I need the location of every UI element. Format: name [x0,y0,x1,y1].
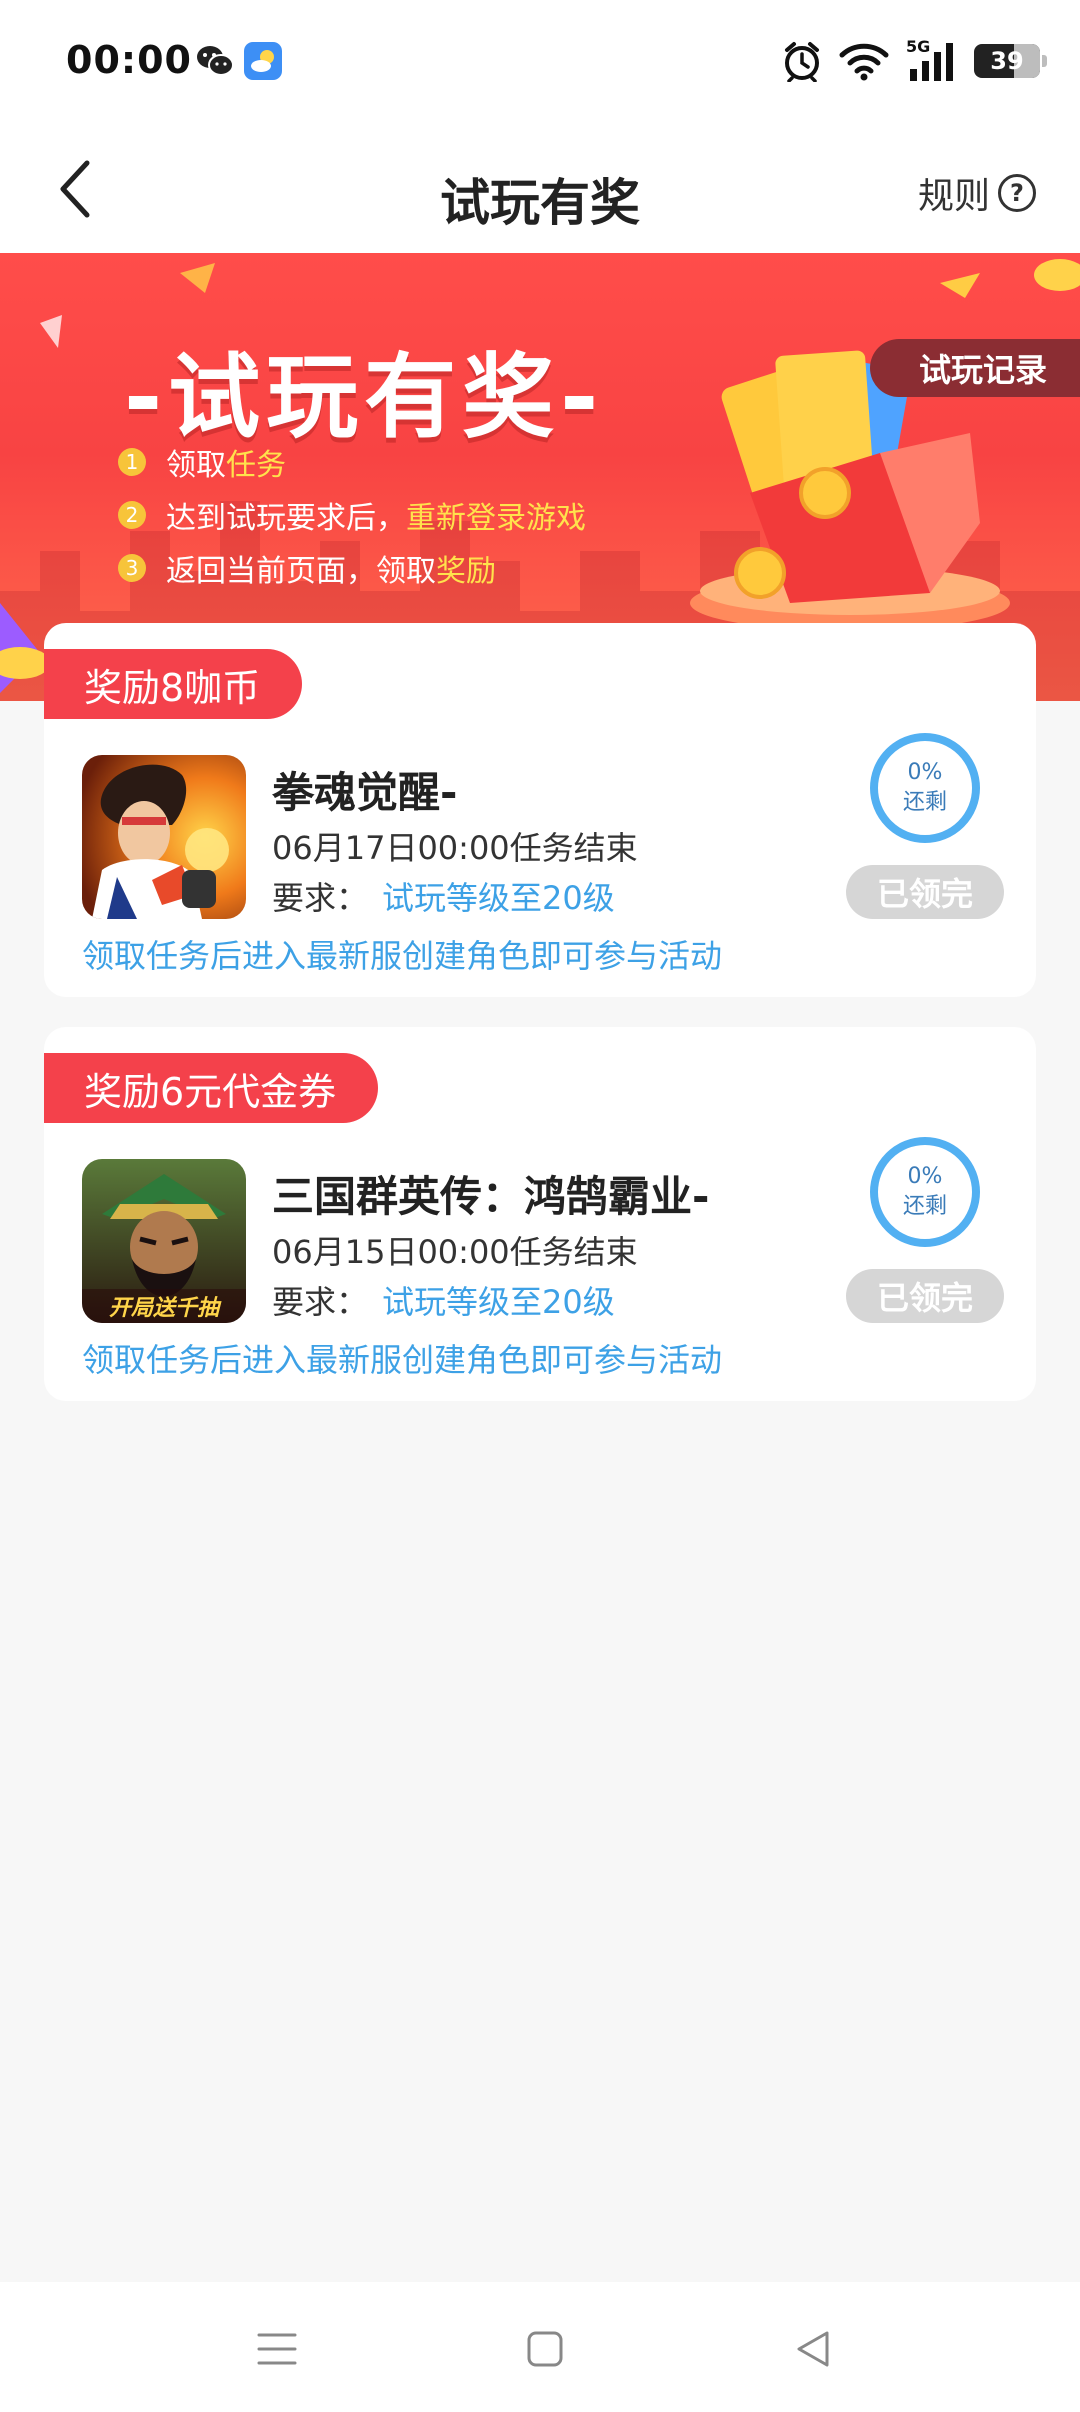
signal-icon: 5G [906,37,958,83]
back-triangle-icon [797,2331,829,2367]
step-text: 返回当前页面，领取 [166,553,436,589]
game-icon[interactable] [82,755,246,919]
wifi-icon [839,43,889,81]
step-highlight: 任务 [226,447,286,483]
step-1: 1 领取 任务 [118,435,586,488]
help-icon: ? [998,174,1036,212]
status-right: 5G 39 [782,37,1047,84]
step-number: 3 [118,553,146,582]
reward-tag: 奖励8咖币 [44,649,303,719]
step-highlight: 奖励 [436,553,496,589]
requirement-value: 试玩等级至20级 [382,879,615,917]
banner-steps: 1 领取 任务 2 达到试玩要求后， 重新登录游戏 3 返回当前页面，领取 奖励 [118,435,586,594]
claimed-button[interactable]: 已领完 [846,1269,1004,1323]
alarm-icon [785,42,819,82]
step-text: 领取 [166,447,226,483]
step-number: 1 [118,447,146,476]
progress-ring: 0% 还剩 [870,1137,980,1247]
task-end-time: 06月15日00:00任务结束 [272,1233,638,1271]
home-button[interactable] [520,2324,570,2374]
progress-percent: 0% [907,1164,943,1189]
game-name: 拳魂觉醒- [272,768,458,817]
reward-tag: 奖励6元代金券 [44,1053,379,1123]
task-card: 奖励6元代金券 开局送千抽 三国群英传：鸿鹄霸业- 06月15日00:00任务结… [44,1027,1036,1401]
requirement-label: 要求： [272,1283,369,1321]
step-2: 2 达到试玩要求后， 重新登录游戏 [118,488,586,541]
game-icon[interactable]: 开局送千抽 [82,1159,246,1323]
weather-icon [244,42,282,80]
progress-label: 还剩 [902,1194,947,1219]
step-text: 达到试玩要求后， [166,500,406,536]
menu-icon [257,2333,297,2365]
progress-label: 还剩 [902,790,947,815]
system-nav-bar [0,2282,1080,2412]
progress-percent: 0% [907,760,943,785]
icon-caption: 开局送千抽 [109,1295,222,1321]
task-note: 领取任务后进入最新服创建角色即可参与活动 [82,937,723,975]
step-3: 3 返回当前页面，领取 奖励 [118,541,586,594]
battery-icon: 39 [974,44,1047,78]
status-time: 00:00 [66,38,192,82]
task-end-time: 06月17日00:00任务结束 [272,829,638,867]
menu-button[interactable] [252,2324,302,2374]
requirement-label: 要求： [272,879,369,917]
status-bar: 00:00 5G 39 [0,0,1080,125]
step-number: 2 [118,500,146,529]
rules-label: 规则 [917,176,990,217]
back-nav-button[interactable] [788,2324,838,2374]
requirement-value: 试玩等级至20级 [382,1283,615,1321]
game-name: 三国群英传：鸿鹄霸业- [272,1172,710,1221]
battery-level: 39 [990,47,1024,75]
progress-ring: 0% 还剩 [870,733,980,843]
home-icon [527,2331,563,2367]
rules-button[interactable]: 规则 ? [918,167,1036,219]
nav-bar: 试玩有奖 规则 ? [0,125,1080,253]
task-note: 领取任务后进入最新服创建角色即可参与活动 [82,1341,723,1379]
record-button[interactable]: 试玩记录 [870,339,1080,397]
task-card: 奖励8咖币 拳魂觉醒- 06月17日00:00任务结束 要求： 试玩等级至20级 [44,623,1036,997]
claimed-button[interactable]: 已领完 [846,865,1004,919]
step-highlight: 重新登录游戏 [406,500,586,536]
task-requirement: 要求： 试玩等级至20级 [272,1277,615,1323]
task-requirement: 要求： 试玩等级至20级 [272,873,615,919]
wechat-icon [197,46,234,76]
